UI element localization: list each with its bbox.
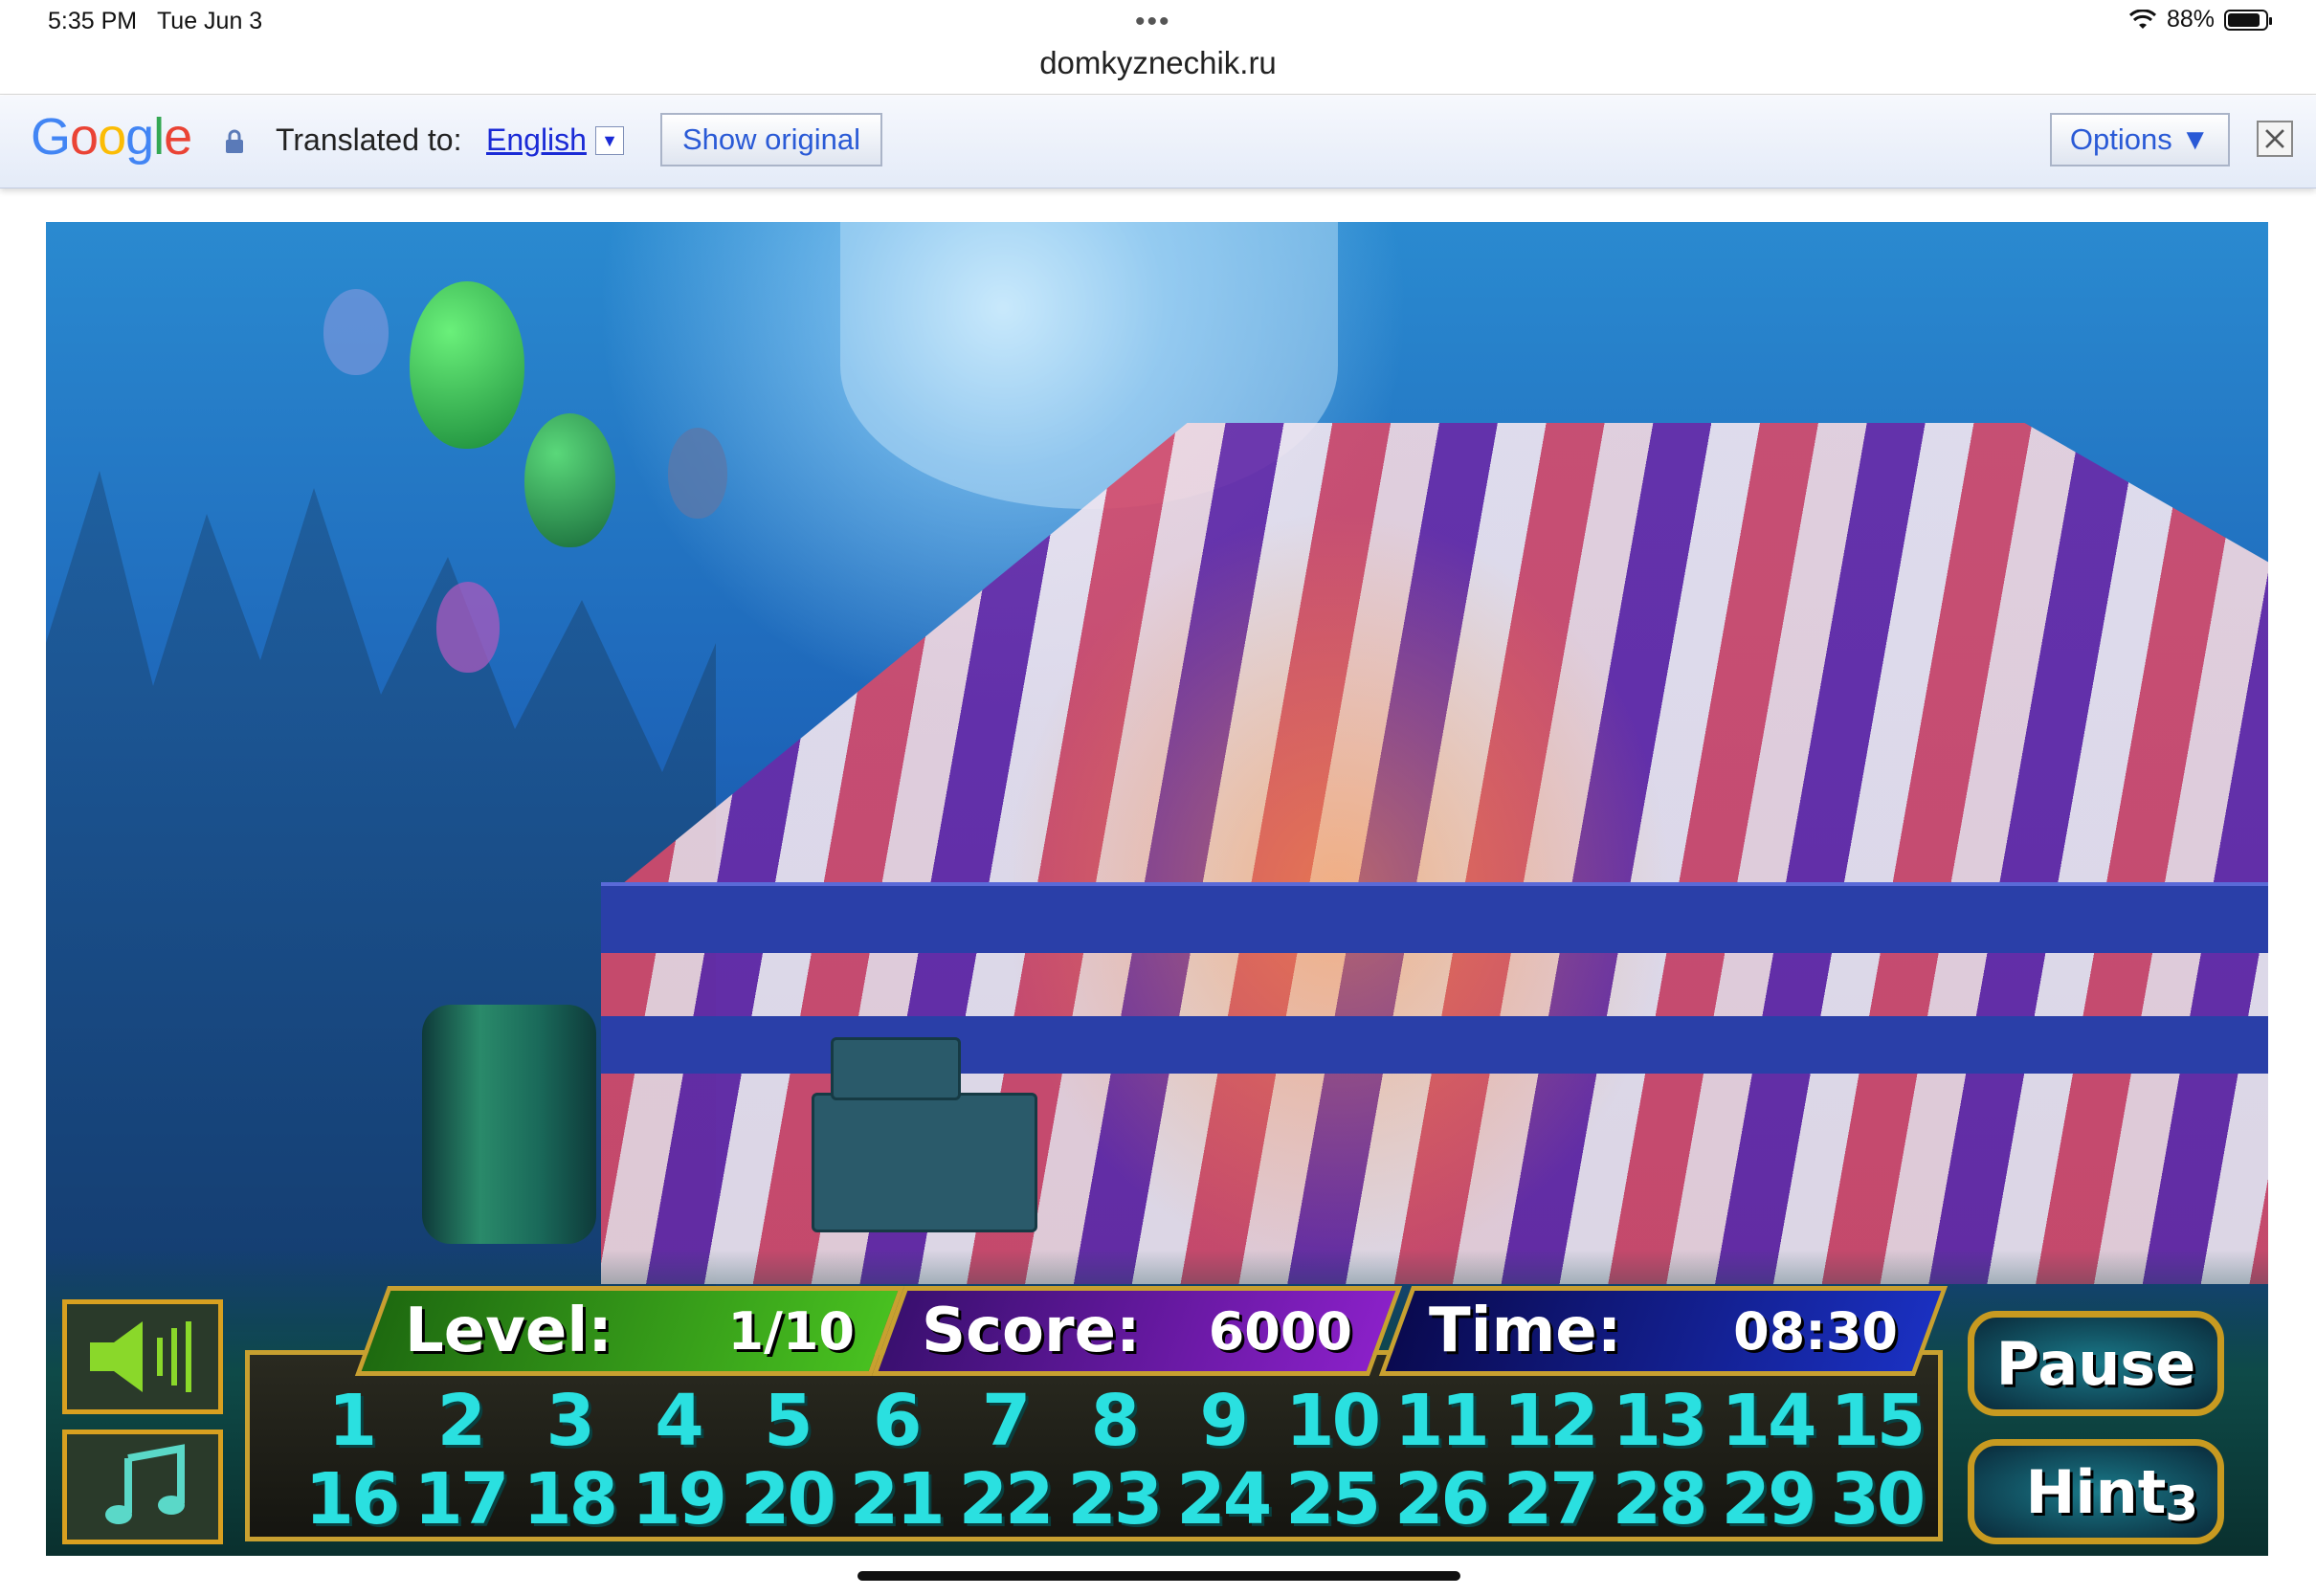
number-28: 28 xyxy=(1612,1458,1708,1541)
hidden-numbers-row-2: 16 17 18 19 20 21 22 23 24 25 26 27 28 29 30 xyxy=(301,1458,1927,1541)
pause-button[interactable]: Pause xyxy=(1968,1311,2224,1416)
number-23: 23 xyxy=(1067,1458,1163,1541)
level-display: Level: 1/10 xyxy=(354,1286,905,1376)
number-30: 30 xyxy=(1830,1458,1926,1541)
battery-percent: 88% xyxy=(2166,6,2215,33)
barrel[interactable] xyxy=(422,1005,596,1244)
number-9: 9 xyxy=(1199,1380,1250,1462)
green-balloon-small[interactable] xyxy=(524,413,615,547)
number-13: 13 xyxy=(1612,1380,1708,1462)
pause-label: Pause xyxy=(1995,1328,2196,1399)
clock-date: Tue Jun 3 xyxy=(156,8,263,34)
speaker-icon xyxy=(90,1321,191,1392)
hidden-object-game-scene[interactable]: Level: 1/10 Score: 6000 Time: 08:30 1234567… xyxy=(46,222,2268,1556)
score-display: Score: 6000 xyxy=(871,1286,1403,1376)
status-indicators: 88% xyxy=(2128,6,2272,33)
close-icon[interactable] xyxy=(2257,121,2293,157)
hint-button[interactable]: Hint 3 xyxy=(1968,1439,2224,1544)
number-4: 4 xyxy=(655,1380,704,1462)
hint-count: 3 xyxy=(2165,1476,2198,1532)
translated-to-label: Translated to: xyxy=(276,122,462,157)
number-7: 7 xyxy=(981,1380,1032,1462)
time-display: Time: 08:30 xyxy=(1378,1286,1949,1376)
number-24: 24 xyxy=(1176,1458,1272,1541)
level-label: Level: xyxy=(405,1296,612,1366)
options-button[interactable]: Options ▼ xyxy=(2050,113,2230,166)
number-12: 12 xyxy=(1503,1380,1599,1462)
number-16: 16 xyxy=(304,1458,401,1541)
number-29: 29 xyxy=(1721,1458,1816,1541)
number-17: 17 xyxy=(413,1458,509,1541)
number-14: 14 xyxy=(1721,1380,1816,1462)
number-10: 10 xyxy=(1285,1380,1381,1462)
sound-toggle-button[interactable] xyxy=(62,1299,223,1414)
hint-label: Hint xyxy=(2025,1456,2167,1527)
tent-star-band xyxy=(601,882,2268,953)
number-3: 3 xyxy=(546,1380,595,1462)
number-11: 11 xyxy=(1393,1380,1490,1462)
number-18: 18 xyxy=(523,1458,618,1541)
number-21: 21 xyxy=(849,1458,946,1541)
number-15: 15 xyxy=(1830,1380,1926,1462)
google-translate-bar: Google Translated to: English ▼ Show ori… xyxy=(0,96,2316,188)
suitcase-top[interactable] xyxy=(831,1037,961,1100)
hidden-numbers-row-1: 1 2 3 4 5 6 7 8 9 10 11 12 13 14 15 xyxy=(301,1380,1927,1462)
status-time: 5:35 PM Tue Jun 3 xyxy=(48,8,262,35)
show-original-button[interactable]: Show original xyxy=(660,113,882,166)
number-19: 19 xyxy=(632,1458,727,1541)
clock-time: 5:35 PM xyxy=(48,8,138,34)
grey-balloon[interactable] xyxy=(668,428,727,519)
time-value: 08:30 xyxy=(1733,1300,1898,1362)
number-27: 27 xyxy=(1503,1458,1599,1541)
home-indicator[interactable] xyxy=(857,1571,1460,1581)
score-label: Score: xyxy=(922,1296,1141,1366)
divider xyxy=(0,94,2316,95)
url-bar[interactable]: domkyznechik.ru xyxy=(0,38,2316,88)
score-value: 6000 xyxy=(1208,1300,1352,1362)
number-26: 26 xyxy=(1393,1458,1490,1541)
music-toggle-button[interactable] xyxy=(62,1430,223,1544)
number-5: 5 xyxy=(764,1380,813,1462)
number-2: 2 xyxy=(436,1380,487,1462)
multitask-dots-icon[interactable]: ••• xyxy=(1135,6,1171,38)
url-text: domkyznechik.ru xyxy=(1039,45,1277,80)
music-note-icon xyxy=(105,1444,185,1524)
number-6: 6 xyxy=(872,1380,923,1462)
number-22: 22 xyxy=(958,1458,1055,1541)
suitcase-stack[interactable] xyxy=(812,1093,1037,1232)
google-logo: Google xyxy=(31,108,192,166)
lock-icon xyxy=(226,129,243,153)
number-20: 20 xyxy=(740,1458,836,1541)
language-link[interactable]: English xyxy=(486,122,587,158)
battery-icon xyxy=(2224,9,2272,31)
language-dropdown-icon[interactable]: ▼ xyxy=(595,126,624,155)
time-label: Time: xyxy=(1429,1296,1622,1366)
wifi-icon xyxy=(2128,9,2156,29)
purple-balloon[interactable] xyxy=(436,582,500,673)
number-8: 8 xyxy=(1090,1380,1141,1462)
green-balloon[interactable] xyxy=(410,281,524,449)
blue-balloon[interactable] xyxy=(323,289,389,375)
level-value: 1/10 xyxy=(727,1300,855,1362)
number-1: 1 xyxy=(327,1380,378,1462)
number-25: 25 xyxy=(1285,1458,1381,1541)
